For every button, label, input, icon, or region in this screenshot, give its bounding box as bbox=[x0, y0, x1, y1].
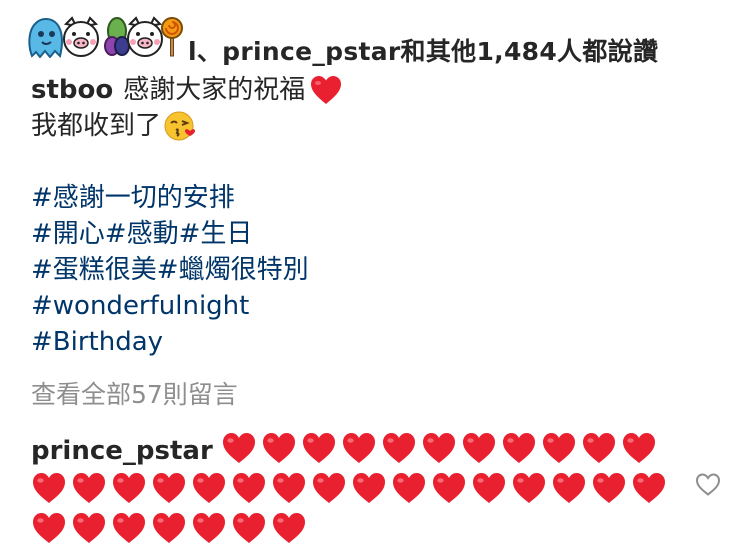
comment-body: prince_pstar bbox=[31, 431, 671, 551]
red-heart-icon bbox=[553, 473, 585, 503]
caption-text-line-1: 感謝大家的祝福 bbox=[123, 75, 306, 105]
hashtag-2[interactable]: #開心#感動#生日 bbox=[31, 216, 711, 252]
post-caption: stboo 感謝大家的祝福 我都收到了 #感謝一切的安排 #開心#感動#生日 #… bbox=[31, 72, 711, 360]
red-heart-icon bbox=[622, 433, 655, 463]
view-all-comments-link[interactable]: 查看全部57則留言 bbox=[31, 375, 238, 411]
red-heart-icon bbox=[353, 473, 385, 503]
red-heart-icon bbox=[273, 513, 305, 543]
hashtag-4[interactable]: #wonderfulnight bbox=[31, 288, 711, 324]
red-heart-icon bbox=[73, 513, 105, 543]
red-heart-icon bbox=[313, 473, 345, 503]
red-heart-icon bbox=[433, 473, 465, 503]
red-heart-icon bbox=[593, 473, 625, 503]
red-heart-icon bbox=[502, 433, 535, 463]
red-heart-icon bbox=[633, 473, 665, 503]
red-heart-icon bbox=[193, 473, 225, 503]
lollipop-icon bbox=[161, 17, 183, 57]
red-heart-icon bbox=[542, 433, 575, 463]
red-heart-icon bbox=[233, 513, 265, 543]
red-heart-icon bbox=[582, 433, 615, 463]
red-heart-icon bbox=[113, 473, 145, 503]
red-heart-icon bbox=[73, 473, 105, 503]
red-heart-icon bbox=[393, 473, 425, 503]
hashtag-3[interactable]: #蛋糕很美#蠟燭很特別 bbox=[31, 252, 711, 288]
red-heart-icon bbox=[311, 76, 342, 104]
red-heart-icon bbox=[462, 433, 495, 463]
hashtag-5[interactable]: #Birthday bbox=[31, 324, 711, 360]
likes-row: l、prince_pstar和其他1,484人都說讚 bbox=[26, 12, 658, 66]
pig-face-icon bbox=[63, 16, 99, 57]
red-heart-icon bbox=[222, 433, 255, 463]
red-heart-icon bbox=[342, 433, 375, 463]
red-heart-icon bbox=[113, 513, 145, 543]
red-heart-icon bbox=[33, 473, 65, 503]
red-heart-icon bbox=[153, 513, 185, 543]
red-heart-icon bbox=[513, 473, 545, 503]
hashtag-1[interactable]: #感謝一切的安排 bbox=[31, 180, 711, 216]
comment-username[interactable]: prince_pstar bbox=[31, 432, 213, 470]
red-heart-icon bbox=[422, 433, 455, 463]
caption-username[interactable]: stboo bbox=[31, 72, 113, 108]
caption-first-line: stboo 感謝大家的祝福 bbox=[31, 72, 711, 108]
red-heart-icon bbox=[302, 433, 335, 463]
kissing-face-icon bbox=[164, 111, 196, 141]
heart-outline-icon[interactable] bbox=[694, 471, 722, 497]
red-heart-icon bbox=[153, 473, 185, 503]
caption-second-line: 我都收到了 bbox=[31, 108, 711, 144]
red-heart-icon bbox=[473, 473, 505, 503]
red-heart-icon bbox=[262, 433, 295, 463]
red-heart-icon bbox=[382, 433, 415, 463]
likes-summary[interactable]: l、prince_pstar和其他1,484人都說讚 bbox=[188, 32, 658, 68]
red-heart-icon bbox=[273, 473, 305, 503]
caption-text-line-2: 我都收到了 bbox=[31, 111, 162, 141]
red-heart-icon bbox=[193, 513, 225, 543]
liker-sticker-strip[interactable] bbox=[26, 12, 186, 60]
red-heart-icon bbox=[33, 513, 65, 543]
comment: prince_pstar bbox=[31, 431, 671, 551]
red-heart-icon bbox=[233, 473, 265, 503]
